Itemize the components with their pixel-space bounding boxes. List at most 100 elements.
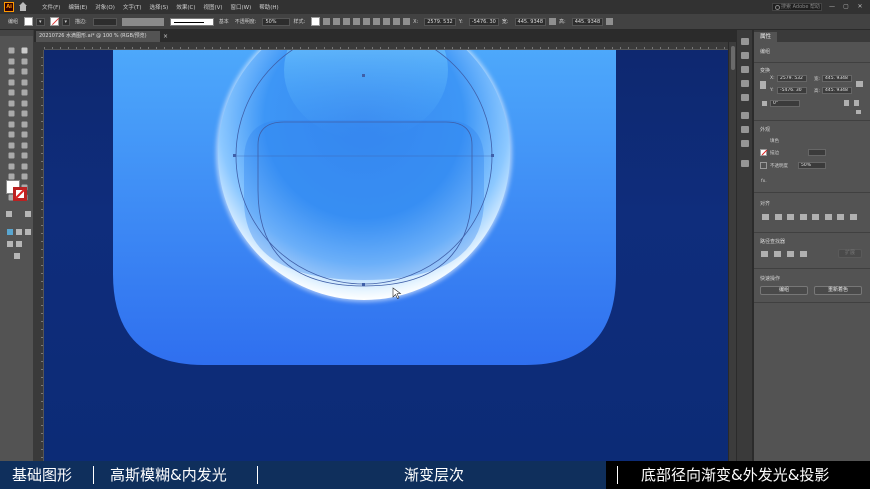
menu-edit[interactable]: 编辑(E) — [68, 3, 87, 11]
shape-builder-tool-icon[interactable] — [20, 130, 29, 139]
pen-tool-icon[interactable] — [7, 67, 16, 76]
stroke-profile-preview[interactable] — [169, 17, 214, 26]
align-middle-icon[interactable] — [373, 18, 381, 25]
align-left-icon[interactable] — [333, 18, 341, 25]
menu-view[interactable]: 视图(V) — [203, 3, 222, 11]
align-left-icon[interactable] — [762, 214, 769, 220]
home-icon[interactable] — [18, 2, 28, 12]
opacity-field[interactable]: 50% — [262, 17, 291, 26]
h-field[interactable]: 445. 9348 — [822, 87, 852, 94]
color-guide-icon[interactable] — [741, 52, 749, 59]
free-transform-tool-icon[interactable] — [7, 130, 16, 139]
pathfinder-exclude-icon[interactable] — [800, 251, 807, 257]
y-field[interactable]: -5476. 30 — [777, 87, 807, 94]
document-tab[interactable]: 20210726 水滴图形.ai* @ 100 % (RGB/预览) — [36, 31, 160, 42]
more-options-icon[interactable] — [606, 18, 614, 25]
transform-ref-icon[interactable] — [403, 18, 411, 25]
menu-object[interactable]: 对象(O) — [95, 3, 115, 11]
w-field[interactable]: 445. 9348 — [514, 17, 546, 26]
lasso-tool-icon[interactable] — [20, 57, 29, 66]
align-center-icon[interactable] — [343, 18, 351, 25]
none-mode-icon[interactable] — [24, 228, 33, 237]
expand-button[interactable]: 扩展 — [838, 249, 862, 258]
tools-grip[interactable] — [0, 30, 33, 36]
opacity-field[interactable]: 50% — [798, 162, 826, 169]
draw-behind-icon[interactable] — [15, 240, 24, 249]
color-panel-icon[interactable] — [741, 38, 749, 45]
ruler-corner[interactable] — [34, 42, 44, 50]
anchor-top[interactable] — [362, 74, 365, 77]
shaper-tool-icon[interactable] — [7, 99, 16, 108]
stroke-weight-field[interactable] — [808, 149, 826, 156]
curvature-tool-icon[interactable] — [20, 67, 29, 76]
ungroup-button[interactable]: 编组 — [760, 286, 808, 295]
draw-normal-icon[interactable] — [6, 240, 15, 249]
stroke-weight-field[interactable] — [92, 17, 117, 26]
anchor-left[interactable] — [233, 154, 236, 157]
link-proportions-icon[interactable] — [549, 18, 556, 25]
swatches-icon[interactable] — [741, 66, 749, 73]
flip-vertical-icon[interactable] — [854, 100, 859, 106]
type-tool-icon[interactable] — [7, 78, 16, 87]
graphic-style-swatch[interactable] — [311, 17, 321, 26]
stroke-panel-icon[interactable] — [741, 112, 749, 119]
tab-properties[interactable]: 属性 — [754, 32, 778, 42]
opacity-toggle[interactable] — [760, 162, 767, 169]
fill-dropdown[interactable]: ▾ — [36, 17, 45, 26]
menu-type[interactable]: 文字(T) — [123, 3, 142, 11]
align-bottom-icon[interactable] — [383, 18, 391, 25]
scrollbar-thumb[interactable] — [731, 46, 735, 70]
screen-mode-icon[interactable] — [13, 252, 22, 261]
scale-tool-icon[interactable] — [7, 120, 16, 129]
menu-window[interactable]: 窗口(W) — [231, 3, 252, 11]
vertical-scrollbar[interactable] — [728, 42, 736, 461]
perspective-grid-tool-icon[interactable] — [7, 141, 16, 150]
recolor-icon[interactable] — [323, 18, 331, 25]
distribute-horizontal-icon[interactable] — [837, 214, 844, 220]
horizontal-ruler[interactable] — [44, 42, 728, 50]
line-segment-tool-icon[interactable] — [20, 78, 29, 87]
menu-file[interactable]: 文件(F) — [42, 3, 60, 11]
w-field[interactable]: 445. 9348 — [822, 75, 852, 82]
align-bottom-icon[interactable] — [824, 214, 832, 220]
close-window-button[interactable]: ✕ — [856, 3, 864, 11]
rectangle-tool-icon[interactable] — [7, 88, 16, 97]
selection-tool-icon[interactable] — [7, 46, 16, 55]
fx-button[interactable]: fx. — [761, 179, 767, 184]
anchor-right[interactable] — [491, 154, 494, 157]
more-transform-icon[interactable] — [856, 110, 861, 114]
color-mode-icon[interactable] — [6, 228, 15, 237]
direct-selection-tool-icon[interactable] — [20, 46, 29, 55]
symbol-sprayer-tool-icon[interactable] — [20, 162, 29, 171]
gradient-panel-icon[interactable] — [741, 126, 749, 133]
blend-tool-icon[interactable] — [7, 162, 16, 171]
stroke-swatch[interactable] — [760, 149, 767, 156]
appearance-panel-icon[interactable] — [741, 160, 749, 167]
paintbrush-tool-icon[interactable] — [20, 88, 29, 97]
stroke-style-label[interactable]: 基本 — [219, 18, 229, 25]
align-hcenter-icon[interactable] — [774, 214, 782, 220]
distribute-icon[interactable] — [393, 18, 401, 25]
reference-point-icon[interactable] — [760, 81, 766, 89]
distribute-vertical-icon[interactable] — [849, 214, 857, 220]
artboard-canvas[interactable] — [44, 50, 728, 461]
align-top-icon[interactable] — [363, 18, 371, 25]
x-field[interactable]: 2579. 532 — [777, 75, 807, 82]
vertical-ruler[interactable] — [34, 42, 44, 461]
menu-help[interactable]: 帮助(H) — [259, 3, 278, 11]
pathfinder-intersect-icon[interactable] — [787, 251, 794, 257]
default-fill-stroke-icon[interactable] — [5, 210, 14, 219]
align-right-icon[interactable] — [787, 214, 794, 220]
h-field[interactable]: 445. 9348 — [571, 17, 604, 26]
menu-effect[interactable]: 效果(C) — [176, 3, 195, 11]
rotate-tool-icon[interactable] — [20, 109, 29, 118]
stroke-color-box[interactable] — [13, 187, 27, 201]
flip-horizontal-icon[interactable] — [844, 100, 849, 106]
pencil-tool-icon[interactable] — [20, 99, 29, 108]
y-field[interactable]: -5476. 30 — [468, 17, 499, 26]
constrain-proportions-icon[interactable] — [856, 81, 863, 87]
fill-swatch[interactable] — [24, 17, 34, 26]
align-top-icon[interactable] — [799, 214, 807, 220]
brushes-icon[interactable] — [741, 80, 749, 87]
align-vcenter-icon[interactable] — [812, 214, 819, 220]
